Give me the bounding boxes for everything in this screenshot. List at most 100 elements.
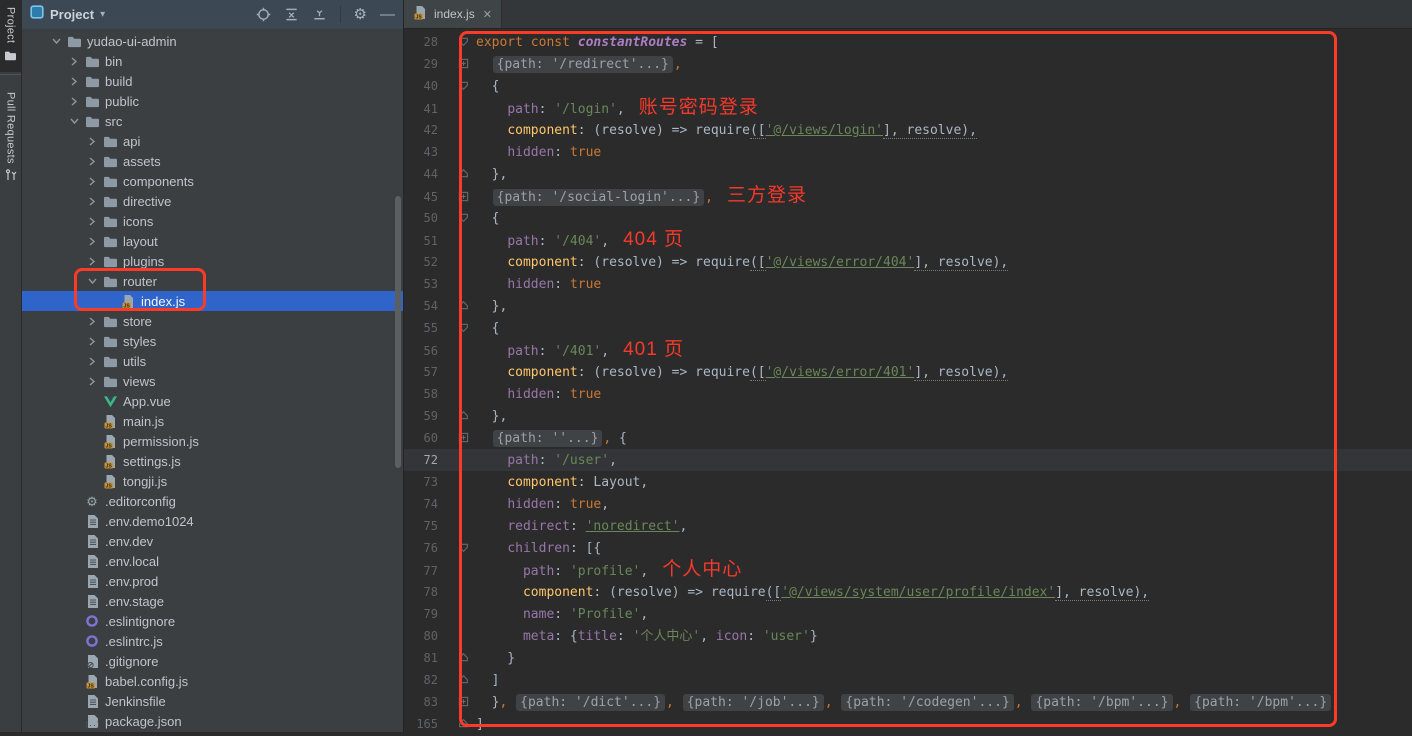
tree-item-router[interactable]: router	[22, 271, 403, 291]
tree-item-editorconfig[interactable]: ⚙.editorconfig	[22, 491, 403, 511]
chevron-down-icon[interactable]: ▾	[100, 9, 105, 20]
tree-scrollbar[interactable]	[395, 196, 401, 468]
tree-item-env.demo1024[interactable]: .env.demo1024	[22, 511, 403, 531]
chevron-right-icon[interactable]	[83, 177, 101, 186]
code-line-74[interactable]: 74 hidden: true,	[404, 493, 1412, 515]
tree-item-gitignore[interactable]: .gitignore	[22, 651, 403, 671]
chevron-right-icon[interactable]	[83, 337, 101, 346]
fold-region-icon[interactable]	[438, 208, 476, 230]
fold-region-icon[interactable]	[438, 714, 476, 736]
chevron-right-icon[interactable]	[83, 257, 101, 266]
fold-region-icon[interactable]	[438, 670, 476, 692]
tree-item-env.stage[interactable]: .env.stage	[22, 591, 403, 611]
code-line-82[interactable]: 82 ]	[404, 669, 1412, 691]
code-line-43[interactable]: 43 hidden: true	[404, 141, 1412, 163]
fold-region-icon[interactable]	[438, 648, 476, 670]
chevron-right-icon[interactable]	[65, 77, 83, 86]
tree-item-main.js[interactable]: JSmain.js	[22, 411, 403, 431]
tree-item-api[interactable]: api	[22, 131, 403, 151]
tree-item-build[interactable]: build	[22, 71, 403, 91]
hide-panel-icon[interactable]: —	[380, 7, 395, 22]
folded-region-chip[interactable]: {path: '/bpm'...}	[1031, 694, 1172, 711]
tree-item-src[interactable]: src	[22, 111, 403, 131]
code-line-55[interactable]: 55 {	[404, 317, 1412, 339]
fold-region-icon[interactable]	[438, 296, 476, 318]
code-line-42[interactable]: 42 component: (resolve) => require(['@/v…	[404, 119, 1412, 141]
fold-region-icon[interactable]	[438, 318, 476, 340]
code-line-56[interactable]: 56 path: '/401',401 页	[404, 339, 1412, 361]
chevron-right-icon[interactable]	[83, 217, 101, 226]
tree-item-yudao-ui-admin[interactable]: yudao-ui-admin	[22, 31, 403, 51]
tree-item-store[interactable]: store	[22, 311, 403, 331]
tree-item-bin[interactable]: bin	[22, 51, 403, 71]
tree-item-eslintrc.js[interactable]: .eslintrc.js	[22, 631, 403, 651]
chevron-right-icon[interactable]	[83, 317, 101, 326]
code-line-60[interactable]: 60 {path: ''...}, {	[404, 427, 1412, 449]
chevron-right-icon[interactable]	[83, 357, 101, 366]
folded-region-chip[interactable]: {path: '/job'...}	[683, 694, 824, 711]
tree-item-directive[interactable]: directive	[22, 191, 403, 211]
code-line-78[interactable]: 78 component: (resolve) => require(['@/v…	[404, 581, 1412, 603]
tree-item-index.js[interactable]: JSindex.js	[22, 291, 403, 311]
tree-item-tongji.js[interactable]: JStongji.js	[22, 471, 403, 491]
code-line-58[interactable]: 58 hidden: true	[404, 383, 1412, 405]
tree-item-utils[interactable]: utils	[22, 351, 403, 371]
chevron-down-icon[interactable]	[65, 117, 83, 125]
tree-item-jenkinsfile[interactable]: Jenkinsfile	[22, 691, 403, 711]
folded-region-chip[interactable]: {path: '/dict'...}	[516, 694, 665, 711]
code-editor[interactable]: 28export const constantRoutes = [29 {pat…	[404, 29, 1412, 735]
chevron-right-icon[interactable]	[65, 57, 83, 66]
chevron-right-icon[interactable]	[83, 157, 101, 166]
unfold-region-icon[interactable]	[438, 692, 476, 714]
tab-index-js[interactable]: JS index.js ✕	[404, 0, 502, 28]
code-line-52[interactable]: 52 component: (resolve) => require(['@/v…	[404, 251, 1412, 273]
tree-item-app.vue[interactable]: App.vue	[22, 391, 403, 411]
collapse-all-icon[interactable]	[312, 7, 327, 22]
tree-item-package.json[interactable]: {..}package.json	[22, 711, 403, 731]
code-line-59[interactable]: 59 },	[404, 405, 1412, 427]
code-line-53[interactable]: 53 hidden: true	[404, 273, 1412, 295]
code-line-75[interactable]: 75 redirect: 'noredirect',	[404, 515, 1412, 537]
chevron-down-icon[interactable]	[83, 277, 101, 285]
folded-region-chip[interactable]: {path: ''...}	[493, 430, 603, 447]
code-line-57[interactable]: 57 component: (resolve) => require(['@/v…	[404, 361, 1412, 383]
close-icon[interactable]: ✕	[483, 8, 492, 21]
code-line-28[interactable]: 28export const constantRoutes = [	[404, 31, 1412, 53]
code-line-54[interactable]: 54 },	[404, 295, 1412, 317]
folded-region-chip[interactable]: {path: '/redirect'...}	[493, 56, 673, 73]
code-line-76[interactable]: 76 children: [{	[404, 537, 1412, 559]
code-line-29[interactable]: 29 {path: '/redirect'...},	[404, 53, 1412, 75]
folded-region-chip[interactable]: {path: '/codegen'...}	[841, 694, 1013, 711]
code-line-40[interactable]: 40 {	[404, 75, 1412, 97]
tree-item-styles[interactable]: styles	[22, 331, 403, 351]
code-line-44[interactable]: 44 },	[404, 163, 1412, 185]
fold-region-icon[interactable]	[438, 406, 476, 428]
fold-region-icon[interactable]	[438, 164, 476, 186]
tree-item-public[interactable]: public	[22, 91, 403, 111]
chevron-right-icon[interactable]	[83, 137, 101, 146]
tree-item-permission.js[interactable]: JSpermission.js	[22, 431, 403, 451]
code-line-73[interactable]: 73 component: Layout,	[404, 471, 1412, 493]
tree-item-layout[interactable]: layout	[22, 231, 403, 251]
chevron-right-icon[interactable]	[83, 237, 101, 246]
unfold-region-icon[interactable]	[438, 54, 476, 76]
chevron-right-icon[interactable]	[65, 97, 83, 106]
tree-item-assets[interactable]: assets	[22, 151, 403, 171]
fold-region-icon[interactable]	[438, 76, 476, 98]
tree-item-views[interactable]: views	[22, 371, 403, 391]
chevron-right-icon[interactable]	[83, 197, 101, 206]
tree-item-icons[interactable]: icons	[22, 211, 403, 231]
tree-item-eslintignore[interactable]: .eslintignore	[22, 611, 403, 631]
code-line-83[interactable]: 83 }, {path: '/dict'...}, {path: '/job'.…	[404, 691, 1412, 713]
tree-item-env.prod[interactable]: .env.prod	[22, 571, 403, 591]
code-line-81[interactable]: 81 }	[404, 647, 1412, 669]
code-line-41[interactable]: 41 path: '/login',账号密码登录	[404, 97, 1412, 119]
fold-region-icon[interactable]	[438, 538, 476, 560]
chevron-down-icon[interactable]	[47, 37, 65, 45]
tree-item-env.dev[interactable]: .env.dev	[22, 531, 403, 551]
fold-region-icon[interactable]	[438, 32, 476, 54]
unfold-region-icon[interactable]	[438, 187, 476, 209]
code-line-79[interactable]: 79 name: 'Profile',	[404, 603, 1412, 625]
gear-icon[interactable]: ⚙	[354, 7, 367, 22]
folded-region-chip[interactable]: {path: '/bpm'...}	[1190, 694, 1331, 711]
